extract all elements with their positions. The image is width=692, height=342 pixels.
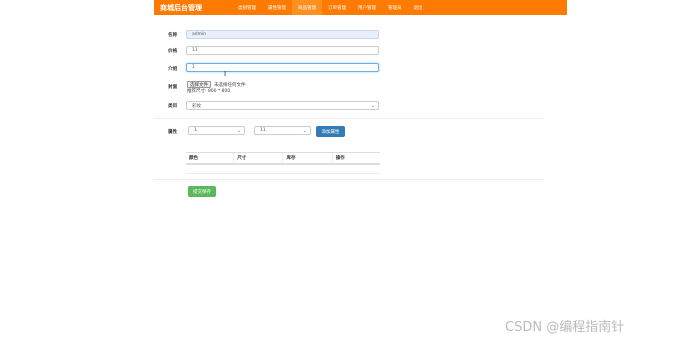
add-attribute-button[interactable]: 添加属性 [316,126,345,137]
category-select[interactable]: 彩妆 ⌄ [186,101,379,110]
nav-item-user[interactable]: 用户管理 [352,0,382,15]
section-divider [154,118,544,119]
nav-item-logout[interactable]: 退出 [408,0,429,15]
intro-input[interactable]: 1 [186,63,379,72]
section-divider [154,179,544,180]
attribute-table: 颜色 尺寸 库存 操作 [186,152,380,174]
nav-item-admin[interactable]: 管理员 [382,0,408,15]
intro-label: 介绍 [168,67,178,72]
intro-input-value: 1 [192,65,195,70]
attr-select-2-value: 11 [260,128,266,133]
nav-item-category[interactable]: 类别管理 [232,0,262,15]
col-stock: 库存 [282,152,333,165]
name-input-value: admin [192,32,207,37]
category-select-value: 彩妆 [192,103,201,109]
table-row [186,164,380,174]
cover-label: 封面 [168,85,178,90]
text-cursor-icon: I [224,70,227,78]
chevron-down-icon: ⌄ [236,128,241,134]
nav-item-product[interactable]: 商品管理 [292,0,322,15]
nav-item-order[interactable]: 订单管理 [322,0,352,15]
chevron-down-icon: ⌄ [302,128,307,134]
col-color: 颜色 [186,152,234,165]
choose-file-button[interactable]: 选择文件 [187,81,211,88]
submit-save-button[interactable]: 提交保存 [188,186,216,197]
top-navbar: 商城后台管理 类别管理 属性管理 商品管理 订单管理 用户管理 管理员 退出 [154,0,567,15]
table-header-row: 颜色 尺寸 库存 操作 [186,152,380,165]
nav-item-attribute[interactable]: 属性管理 [262,0,292,15]
category-label: 类目 [168,104,178,109]
size-hint-text: 推荐尺寸: 800 * 800 [187,89,231,94]
col-action: 操作 [331,152,380,165]
attr-select-2[interactable]: 11 ⌄ [254,126,311,135]
attr-label: 属性 [168,130,178,135]
price-input-value: 11 [192,48,198,53]
col-size: 尺寸 [233,152,283,165]
name-input[interactable]: admin [186,30,379,39]
price-label: 价格 [168,49,178,54]
name-label: 名称 [168,33,178,38]
attr-select-1-value: 1 [194,128,197,133]
chevron-down-icon: ⌄ [370,103,375,109]
price-input[interactable]: 11 [186,46,379,55]
watermark-text: CSDN @编程指南针 [505,320,625,335]
brand-title: 商城后台管理 [160,3,202,12]
attr-select-1[interactable]: 1 ⌄ [188,126,245,135]
